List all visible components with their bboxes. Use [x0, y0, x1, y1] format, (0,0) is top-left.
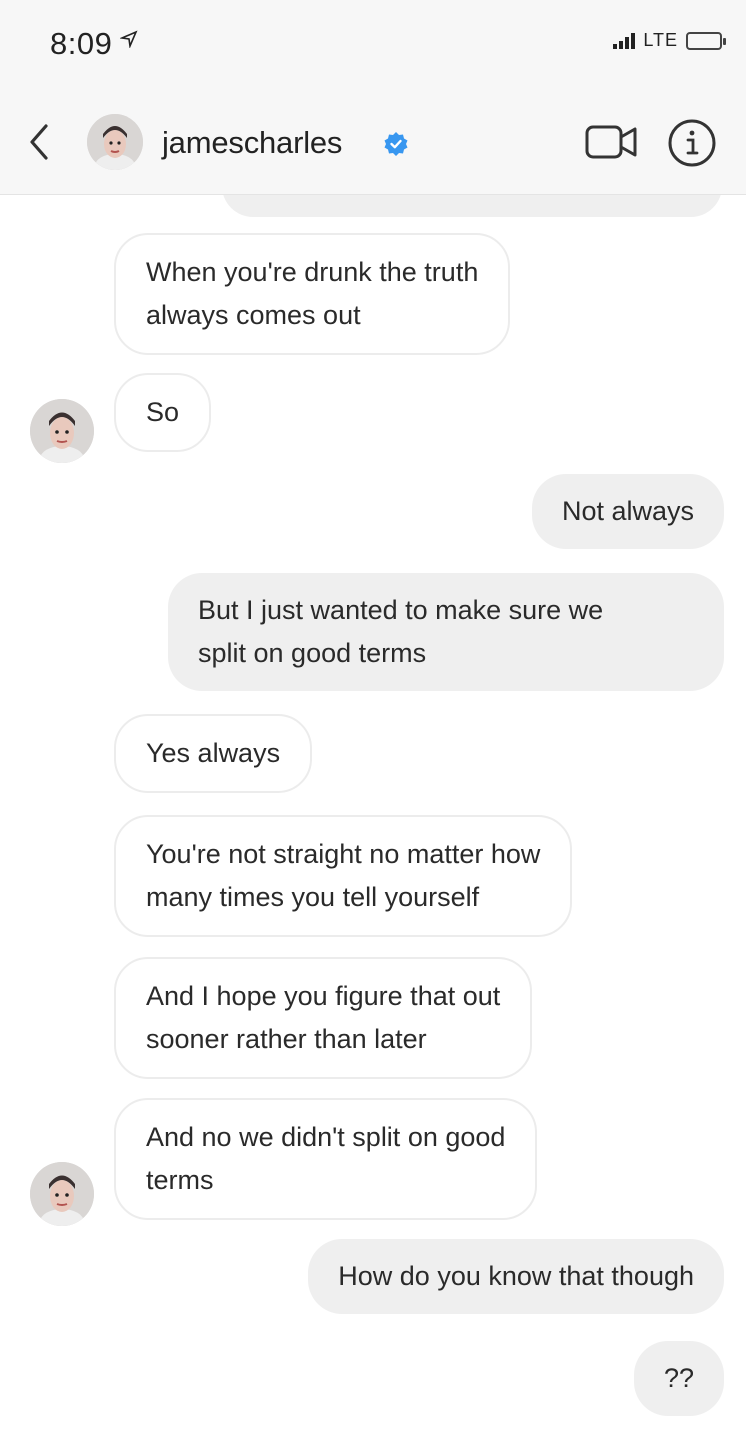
status-indicators: LTE: [613, 30, 726, 51]
verified-badge-icon: [384, 132, 408, 156]
video-call-button[interactable]: [584, 123, 640, 161]
sender-avatar[interactable]: [30, 1162, 94, 1226]
video-camera-icon: [585, 125, 637, 159]
message-bubble-outgoing[interactable]: Not always: [531, 474, 724, 549]
message-bubble-outgoing[interactable]: ??: [633, 1341, 724, 1416]
sender-avatar[interactable]: [30, 399, 94, 463]
message-bubble-incoming[interactable]: You're not straight no matter how many t…: [114, 815, 573, 937]
message-bubble-incoming[interactable]: And no we didn't split on good terms: [114, 1098, 538, 1220]
chat-header: jamescharles: [0, 92, 746, 195]
message-bubble-outgoing[interactable]: But I just wanted to make sure we split …: [168, 573, 724, 691]
status-time: 8:09: [50, 26, 113, 61]
message-bubble-incoming[interactable]: When you're drunk the truth always comes…: [114, 233, 511, 355]
signal-icon: [613, 32, 636, 49]
avatar[interactable]: [87, 114, 143, 170]
message-thread[interactable]: When you're drunk the truth always comes…: [0, 195, 746, 1437]
location-arrow-icon: [119, 30, 138, 53]
network-label: LTE: [643, 30, 678, 50]
back-chevron-icon: [30, 124, 48, 160]
message-bubble-partial: [222, 195, 722, 217]
back-button[interactable]: [22, 120, 56, 164]
message-bubble-incoming[interactable]: Yes always: [114, 714, 313, 793]
info-button[interactable]: [667, 118, 717, 168]
message-bubble-incoming[interactable]: And I hope you figure that out sooner ra…: [114, 957, 533, 1079]
battery-icon: [686, 31, 726, 50]
message-bubble-incoming[interactable]: So: [114, 373, 212, 452]
info-icon: [668, 119, 716, 167]
message-bubble-outgoing[interactable]: How do you know that though: [308, 1239, 724, 1314]
chat-username[interactable]: jamescharles: [162, 125, 342, 161]
status-bar: 8:09 LTE: [0, 0, 746, 92]
